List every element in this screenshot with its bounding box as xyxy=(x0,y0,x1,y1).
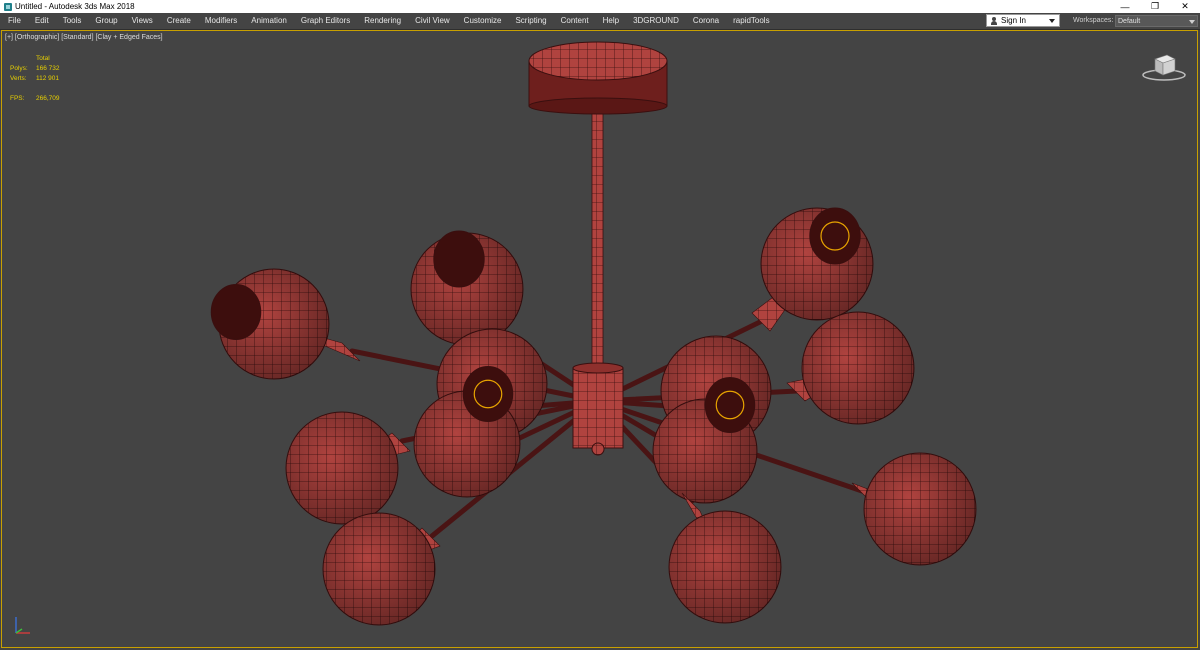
globe-opening-1 xyxy=(433,230,485,288)
statistics-overlay: Total Polys: 166 732 Verts: 112 901 FPS:… xyxy=(10,54,60,104)
polys-value: 166 732 xyxy=(36,65,60,72)
verts-value: 112 901 xyxy=(36,75,60,82)
menu-item-help[interactable]: Help xyxy=(596,13,626,29)
menu-item-edit[interactable]: Edit xyxy=(28,13,56,29)
fps-value: 266,709 xyxy=(36,95,60,102)
dropdown-arrow-icon xyxy=(1049,18,1055,23)
sign-in-label: Sign In xyxy=(1001,16,1026,25)
verts-label: Verts: xyxy=(10,75,27,82)
globe-opening-0 xyxy=(210,284,262,340)
workspaces-label: Workspaces: xyxy=(1073,17,1114,24)
menu-item-corona[interactable]: Corona xyxy=(686,13,726,29)
axis-tripod-icon xyxy=(15,617,30,634)
menu-item-scripting[interactable]: Scripting xyxy=(508,13,553,29)
canopy-top xyxy=(528,41,668,81)
workspaces-value: Default xyxy=(1118,17,1141,25)
minimize-button[interactable]: — xyxy=(1110,0,1140,13)
close-button[interactable]: ✕ xyxy=(1170,0,1200,13)
menu-item-tools[interactable]: Tools xyxy=(56,13,89,29)
fps-label: FPS: xyxy=(10,95,25,102)
user-icon xyxy=(991,16,997,25)
title-bar: Untitled - Autodesk 3ds Max 2018 — ❐ ✕ xyxy=(0,0,1200,13)
globe-opening-5 xyxy=(704,377,756,433)
window-title: Untitled - Autodesk 3ds Max 2018 xyxy=(15,2,135,11)
stats-header: Total xyxy=(36,55,50,62)
canopy-bottom xyxy=(528,97,668,115)
menu-item-create[interactable]: Create xyxy=(160,13,198,29)
menu-item-animation[interactable]: Animation xyxy=(244,13,294,29)
globe-opening-2 xyxy=(809,207,861,265)
sign-in-dropdown[interactable]: Sign In xyxy=(986,14,1060,27)
menu-item-customize[interactable]: Customize xyxy=(457,13,509,29)
hub-finial xyxy=(591,442,605,456)
menu-item-rendering[interactable]: Rendering xyxy=(357,13,408,29)
dropdown-arrow-icon xyxy=(1189,20,1195,24)
restore-button[interactable]: ❐ xyxy=(1140,0,1170,13)
menu-item-file[interactable]: File xyxy=(0,13,28,29)
chandelier-model[interactable] xyxy=(2,31,1199,649)
menu-item-rapidtools[interactable]: rapidTools xyxy=(726,13,776,29)
window-controls: — ❐ ✕ xyxy=(1110,0,1200,13)
polys-label: Polys: xyxy=(10,65,28,72)
workspaces-select[interactable]: Default xyxy=(1115,15,1198,27)
menu-item-civil-view[interactable]: Civil View xyxy=(408,13,457,29)
central-hub xyxy=(572,367,624,449)
viewport-label[interactable]: [+] [Orthographic] [Standard] [Clay + Ed… xyxy=(5,34,163,41)
app-icon xyxy=(4,2,12,11)
ceiling-rod xyxy=(591,80,604,367)
globe-opening-4 xyxy=(462,366,514,422)
menu-item-views[interactable]: Views xyxy=(125,13,160,29)
menu-item-content[interactable]: Content xyxy=(554,13,596,29)
menu-item-group[interactable]: Group xyxy=(88,13,124,29)
menu-item-modifiers[interactable]: Modifiers xyxy=(198,13,244,29)
menu-item-3dground[interactable]: 3DGROUND xyxy=(626,13,686,29)
perspective-viewport[interactable]: [+] [Orthographic] [Standard] [Clay + Ed… xyxy=(1,30,1198,648)
viewcube-icon[interactable] xyxy=(1141,51,1187,85)
menu-bar: File Edit Tools Group Views Create Modifiers An… xyxy=(0,13,1200,30)
hub-top xyxy=(572,362,624,374)
menu-item-graph-editors[interactable]: Graph Editors xyxy=(294,13,357,29)
